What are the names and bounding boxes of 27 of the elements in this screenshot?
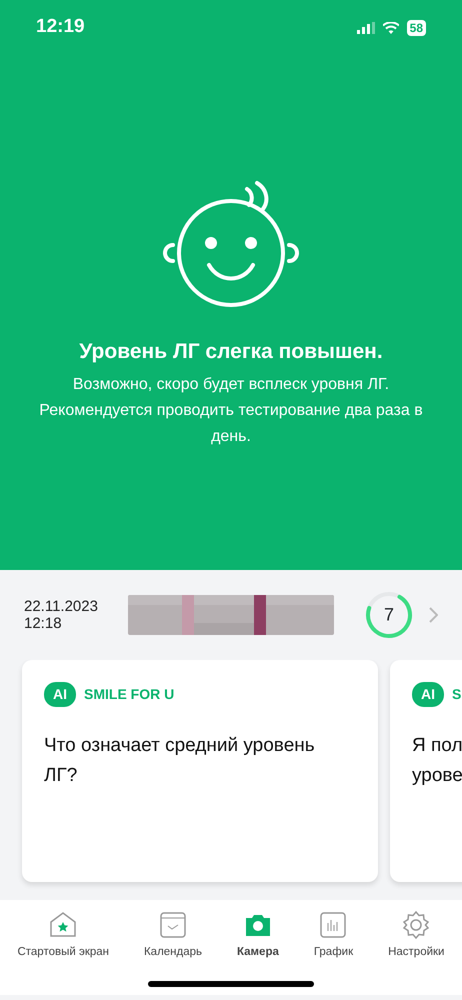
question-card[interactable]: AI S Я пол урове [390,660,462,882]
battery-level: 58 [406,20,426,36]
question-text: Что означает средний уровень ЛГ? [44,734,316,788]
tab-button[interactable]: График [314,910,354,962]
signal-icon [356,22,375,34]
score-value: 7 [384,604,394,626]
question-text: Я пол урове [412,734,462,788]
tab-button[interactable]: Стартовый экран [17,910,110,962]
source-label: S [452,685,462,704]
chevron-right-icon[interactable] [429,607,438,623]
settings-icon [401,910,432,940]
tab-button[interactable]: Настройки [388,910,444,962]
test-date: 22.11.2023 [24,598,99,615]
calendar-icon [158,910,188,940]
status-title: Уровень ЛГ слегка повышен. [79,339,383,364]
ai-tag: AI [412,682,444,707]
test-time: 12:18 [24,615,63,632]
question-card[interactable]: AI SMILE FOR U Что означает средний уровень ЛГ? [22,660,378,882]
status-description: Возможно, скоро будет всплеск уровня ЛГ. Рекомендуется проводить тестирование два раза в день. [38,375,424,448]
source-label: SMILE FOR U [84,685,174,704]
bar-chart-icon [318,910,348,940]
tab-button[interactable]: Календарь [144,910,202,962]
tab-button[interactable]: Камера [236,910,279,962]
ai-tag: AI [44,682,76,707]
wifi-icon [382,22,399,34]
status-time: 12:19 [36,15,85,40]
home-star-icon [48,910,78,940]
